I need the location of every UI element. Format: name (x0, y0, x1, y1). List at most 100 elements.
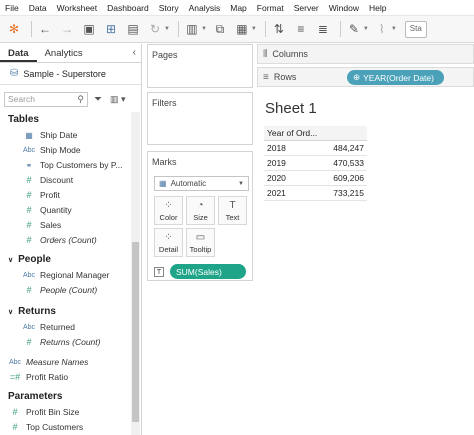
pause-updates-icon[interactable]: ▤ (124, 20, 142, 38)
search-icon: ⚲ (77, 93, 84, 104)
pages-card[interactable]: Pages (147, 44, 253, 88)
clear-sheet-icon[interactable]: ▦ (233, 20, 251, 38)
collapse-pane-icon[interactable]: ‹ (133, 47, 136, 58)
menu-server[interactable]: Server (294, 3, 319, 13)
color-button[interactable]: ⁘ Color (154, 196, 183, 225)
menu-map[interactable]: Map (230, 3, 247, 13)
menu-format[interactable]: Format (257, 3, 284, 13)
rows-shelf[interactable]: ≡ Rows ⊕ YEAR(Order Date) (257, 67, 474, 87)
chevron-down-icon[interactable]: ▼ (363, 26, 369, 32)
year-cell[interactable]: 2019 (264, 155, 321, 171)
field-top-customers-by-profit[interactable]: ⚭ Top Customers by P... (0, 158, 130, 173)
field-sales[interactable]: # Sales (0, 218, 130, 233)
undo-icon[interactable]: ← (36, 20, 54, 38)
pin-icon[interactable]: ⌇ (373, 20, 391, 38)
measure-icon: # (26, 205, 32, 215)
mark-type-label: Automatic (170, 179, 207, 188)
view-options-icon[interactable]: ▥ ▾ (110, 94, 126, 105)
menu-file[interactable]: File (5, 3, 19, 13)
columns-shelf[interactable]: ⦀ Columns (257, 44, 474, 64)
show-me-partial[interactable]: Sta (404, 20, 427, 38)
abc-icon: Abc (22, 324, 36, 331)
tableau-logo-icon[interactable]: ✻ (5, 20, 23, 38)
redo-icon[interactable]: → (58, 20, 76, 38)
field-returns-count[interactable]: # Returns (Count) (0, 335, 130, 350)
year-cell[interactable]: 2021 (264, 185, 321, 201)
field-ship-mode[interactable]: Abc Ship Mode (0, 143, 130, 158)
toolbar-separator (339, 21, 341, 37)
section-people[interactable]: ∨ People (0, 252, 130, 268)
chevron-down-icon[interactable]: ▼ (391, 26, 397, 32)
tab-data[interactable]: Data (0, 44, 37, 62)
value-cell[interactable]: 484,247 (321, 140, 367, 156)
scrollbar-thumb[interactable] (132, 242, 139, 422)
field-profit-bin-size[interactable]: # Profit Bin Size (0, 405, 130, 420)
new-data-source-icon[interactable]: ⊞ (102, 20, 120, 38)
save-icon[interactable]: ▣ (80, 20, 98, 38)
search-placeholder: Search (8, 93, 35, 104)
field-list-scrollbar[interactable] (131, 112, 140, 435)
year-cell[interactable]: 2020 (264, 170, 321, 186)
table-row: 2018 484,247 (264, 140, 367, 156)
year-cell[interactable]: 2018 (264, 140, 321, 156)
highlight-icon[interactable]: ✎ (345, 20, 363, 38)
menu-dashboard[interactable]: Dashboard (107, 3, 149, 13)
value-cell[interactable]: 609,206 (321, 170, 367, 186)
new-worksheet-icon[interactable]: ▥ (183, 20, 201, 38)
field-returned[interactable]: Abc Returned (0, 320, 130, 335)
year-order-date-pill[interactable]: ⊕ YEAR(Order Date) (347, 70, 444, 85)
field-people-count[interactable]: # People (Count) (0, 283, 130, 298)
field-discount[interactable]: # Discount (0, 173, 130, 188)
menu-analysis[interactable]: Analysis (189, 3, 221, 13)
field-profit[interactable]: # Profit (0, 188, 130, 203)
section-parameters[interactable]: Parameters (0, 389, 130, 405)
filter-icon[interactable]: ⏷ (94, 94, 102, 105)
field-quantity[interactable]: # Quantity (0, 203, 130, 218)
data-source-item[interactable]: ⛁ Sample - Superstore (0, 63, 141, 85)
chevron-down-icon[interactable]: ▼ (164, 26, 170, 32)
value-cell[interactable]: 470,533 (321, 155, 367, 171)
section-tables[interactable]: Tables (0, 112, 130, 128)
value-header-blank (321, 126, 367, 141)
mark-type-dropdown[interactable]: ▦ Automatic ▼ (154, 176, 249, 191)
table-header-row: Year of Ord... (264, 126, 367, 141)
data-pane-tabs: Data Analytics ‹ (0, 44, 141, 63)
menu-help[interactable]: Help (369, 3, 386, 13)
filters-card-title: Filters (152, 98, 177, 108)
duplicate-icon[interactable]: ⧉ (211, 20, 229, 38)
search-input[interactable]: Search ⚲ (4, 91, 88, 107)
section-returns[interactable]: ∨ Returns (0, 304, 130, 320)
field-list: Tables ▦ Ship Date Abc Ship Mode ⚭ Top Cust… (0, 112, 130, 435)
sort-asc-icon[interactable]: ≡ (292, 20, 310, 38)
table-row: 2021 733,215 (264, 185, 367, 201)
detail-icon: ⁘ (164, 232, 173, 243)
filters-card[interactable]: Filters (147, 92, 253, 145)
menu-worksheet[interactable]: Worksheet (57, 3, 97, 13)
swap-icon[interactable]: ⇅ (270, 20, 288, 38)
chevron-down-icon: ∨ (8, 309, 14, 316)
value-cell[interactable]: 733,215 (321, 185, 367, 201)
field-top-customers[interactable]: # Top Customers (0, 420, 130, 435)
year-header[interactable]: Year of Ord... (264, 126, 321, 141)
mark-type-icon: ▦ (159, 179, 167, 188)
sum-sales-pill[interactable]: SUM(Sales) (170, 264, 246, 279)
menu-story[interactable]: Story (159, 3, 179, 13)
chevron-down-icon[interactable]: ▼ (251, 26, 257, 32)
field-regional-manager[interactable]: Abc Regional Manager (0, 268, 130, 283)
size-button[interactable]: ◔ Size (186, 196, 215, 225)
text-button[interactable]: T Text (218, 196, 247, 225)
sort-desc-icon[interactable]: ≣ (314, 20, 332, 38)
field-ship-date[interactable]: ▦ Ship Date (0, 128, 130, 143)
tooltip-button[interactable]: ▭ Tooltip (186, 228, 215, 257)
menu-data[interactable]: Data (29, 3, 47, 13)
field-orders-count[interactable]: # Orders (Count) (0, 233, 130, 248)
rows-icon: ≡ (263, 71, 269, 83)
chevron-down-icon[interactable]: ▼ (201, 26, 207, 32)
menu-window[interactable]: Window (329, 3, 359, 13)
detail-button[interactable]: ⁘ Detail (154, 228, 183, 257)
field-measure-names[interactable]: Abc Measure Names (0, 355, 130, 370)
tab-analytics[interactable]: Analytics (37, 44, 91, 62)
field-profit-ratio[interactable]: =# Profit Ratio (0, 370, 130, 385)
refresh-icon[interactable]: ↻ (146, 20, 164, 38)
abc-icon: Abc (8, 359, 22, 366)
